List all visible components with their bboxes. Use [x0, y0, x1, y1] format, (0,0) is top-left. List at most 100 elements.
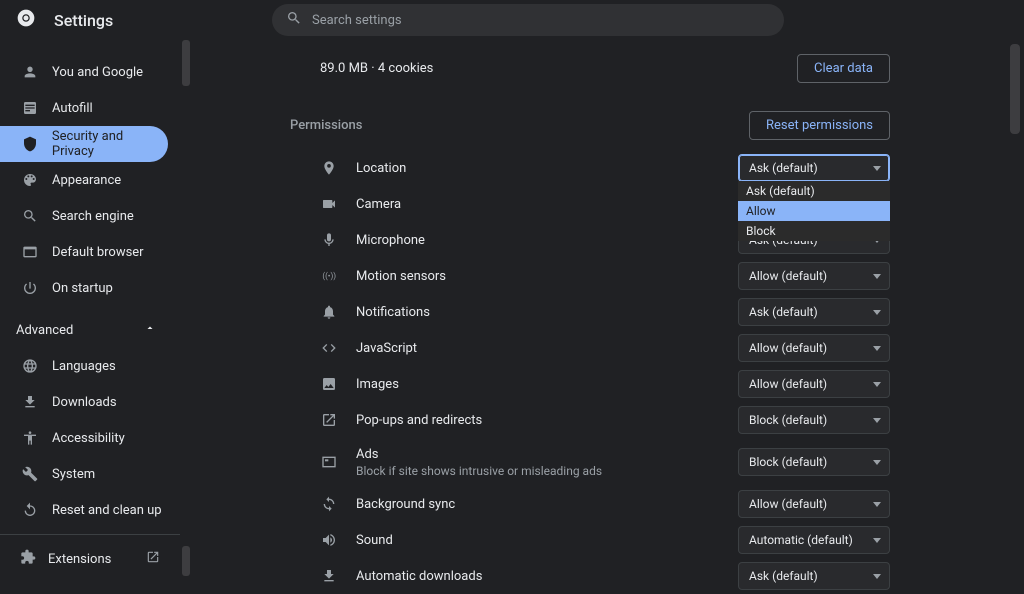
select-value: Block (default) [749, 455, 827, 469]
download-icon [320, 568, 338, 584]
search-input[interactable] [312, 13, 770, 28]
globe-icon [20, 358, 40, 374]
sidebar-item-label: System [52, 467, 95, 482]
microphone-icon [320, 232, 338, 248]
select-value: Allow (default) [749, 377, 827, 391]
images-select[interactable]: Allow (default) [738, 370, 890, 398]
sidebar-advanced-toggle[interactable]: Advanced [0, 312, 180, 348]
browser-icon [20, 244, 40, 260]
scrollbar-thumb[interactable] [182, 546, 190, 576]
chevron-down-icon [873, 502, 881, 507]
sidebar-item-autofill[interactable]: Autofill [0, 90, 168, 126]
select-option-ask[interactable]: Ask (default) [738, 181, 890, 201]
advanced-label: Advanced [16, 323, 73, 338]
chevron-up-icon [144, 322, 156, 338]
scrollbar-thumb[interactable] [182, 40, 190, 86]
select-value: Ask (default) [749, 305, 818, 319]
sidebar-item-downloads[interactable]: Downloads [0, 384, 168, 420]
sidebar-item-security-and-privacy[interactable]: Security and Privacy [0, 126, 168, 162]
search-icon [20, 208, 40, 224]
permission-label: Images [356, 377, 399, 392]
sidebar-item-appearance[interactable]: Appearance [0, 162, 168, 198]
volume-icon [320, 532, 338, 548]
select-value: Block (default) [749, 413, 827, 427]
reset-permissions-button[interactable]: Reset permissions [749, 111, 890, 140]
sound-select[interactable]: Automatic (default) [738, 526, 890, 554]
permission-row-javascript: JavaScript Allow (default) [290, 330, 890, 366]
select-option-allow[interactable]: Allow [738, 201, 890, 221]
permission-label: Camera [356, 197, 401, 212]
search-bar[interactable] [272, 4, 784, 36]
app-header: Settings [0, 0, 1024, 40]
sensors-icon: ((•)) [320, 268, 338, 284]
sidebar-item-accessibility[interactable]: Accessibility [0, 420, 168, 456]
sidebar-item-label: Languages [52, 359, 116, 374]
sync-icon [320, 496, 338, 512]
sidebar-item-label: Default browser [52, 245, 144, 260]
sidebar-item-on-startup[interactable]: On startup [0, 270, 168, 306]
ads-select[interactable]: Block (default) [738, 448, 890, 476]
popups-select[interactable]: Block (default) [738, 406, 890, 434]
sidebar-item-label: Security and Privacy [52, 129, 168, 159]
code-icon [320, 340, 338, 356]
select-value: Allow (default) [749, 497, 827, 511]
page-title: Settings [54, 11, 113, 30]
permission-row-sound: Sound Automatic (default) [290, 522, 890, 558]
javascript-select[interactable]: Allow (default) [738, 334, 890, 362]
permission-row-notifications: Notifications Ask (default) [290, 294, 890, 330]
accessibility-icon [20, 430, 40, 446]
permission-label: Pop-ups and redirects [356, 413, 482, 428]
sidebar-scrollbar[interactable] [182, 40, 190, 576]
shield-icon [20, 136, 40, 152]
chevron-down-icon [873, 460, 881, 465]
permission-row-background-sync: Background sync Allow (default) [290, 486, 890, 522]
permission-row-location: Location Ask (default) Ask (default) All… [290, 150, 890, 186]
location-select-dropdown: Ask (default) Allow Block [738, 181, 890, 241]
sidebar-item-default-browser[interactable]: Default browser [0, 234, 168, 270]
chevron-down-icon [873, 418, 881, 423]
sidebar-item-label: Search engine [52, 209, 134, 224]
chrome-logo-icon [16, 8, 54, 32]
permission-label: Ads [356, 447, 602, 462]
scrollbar-thumb[interactable] [1010, 44, 1020, 134]
notifications-select[interactable]: Ask (default) [738, 298, 890, 326]
select-value: Allow (default) [749, 269, 827, 283]
chevron-down-icon [873, 382, 881, 387]
sidebar-item-languages[interactable]: Languages [0, 348, 168, 384]
sidebar-item-search-engine[interactable]: Search engine [0, 198, 168, 234]
automatic-downloads-select[interactable]: Ask (default) [738, 562, 890, 590]
svg-text:((•)): ((•)) [322, 272, 336, 281]
sidebar-item-extensions[interactable]: Extensions [0, 541, 180, 577]
select-option-block[interactable]: Block [738, 221, 890, 241]
permission-row-images: Images Allow (default) [290, 366, 890, 402]
permission-row-motion-sensors: ((•)) Motion sensors Allow (default) [290, 258, 890, 294]
sidebar-item-label: Appearance [52, 173, 121, 188]
motion-sensors-select[interactable]: Allow (default) [738, 262, 890, 290]
sidebar-item-label: Autofill [52, 101, 93, 116]
permission-label: Background sync [356, 497, 455, 512]
clear-data-button[interactable]: Clear data [797, 54, 890, 83]
sidebar-item-reset[interactable]: Reset and clean up [0, 492, 168, 528]
sidebar-item-label: Extensions [48, 552, 111, 567]
permission-label: JavaScript [356, 341, 417, 356]
image-icon [320, 376, 338, 392]
sidebar: You and Google Autofill Security and Pri… [0, 40, 180, 577]
main-scrollbar[interactable] [1010, 40, 1020, 576]
wrench-icon [20, 466, 40, 482]
location-select[interactable]: Ask (default) [738, 154, 890, 182]
chevron-down-icon [873, 274, 881, 279]
bell-icon [320, 304, 338, 320]
power-icon [20, 280, 40, 296]
search-icon [286, 10, 302, 30]
permission-label: Location [356, 161, 406, 176]
sidebar-item-system[interactable]: System [0, 456, 168, 492]
permission-sublabel: Block if site shows intrusive or mislead… [356, 464, 602, 478]
select-value: Automatic (default) [749, 533, 853, 547]
sidebar-item-you-and-google[interactable]: You and Google [0, 54, 168, 90]
permission-label: Sound [356, 533, 393, 548]
main-content: 89.0 MB · 4 cookies Clear data Permissio… [290, 40, 890, 594]
background-sync-select[interactable]: Allow (default) [738, 490, 890, 518]
sidebar-item-label: Reset and clean up [52, 503, 162, 518]
chevron-down-icon [873, 346, 881, 351]
chevron-down-icon [873, 574, 881, 579]
